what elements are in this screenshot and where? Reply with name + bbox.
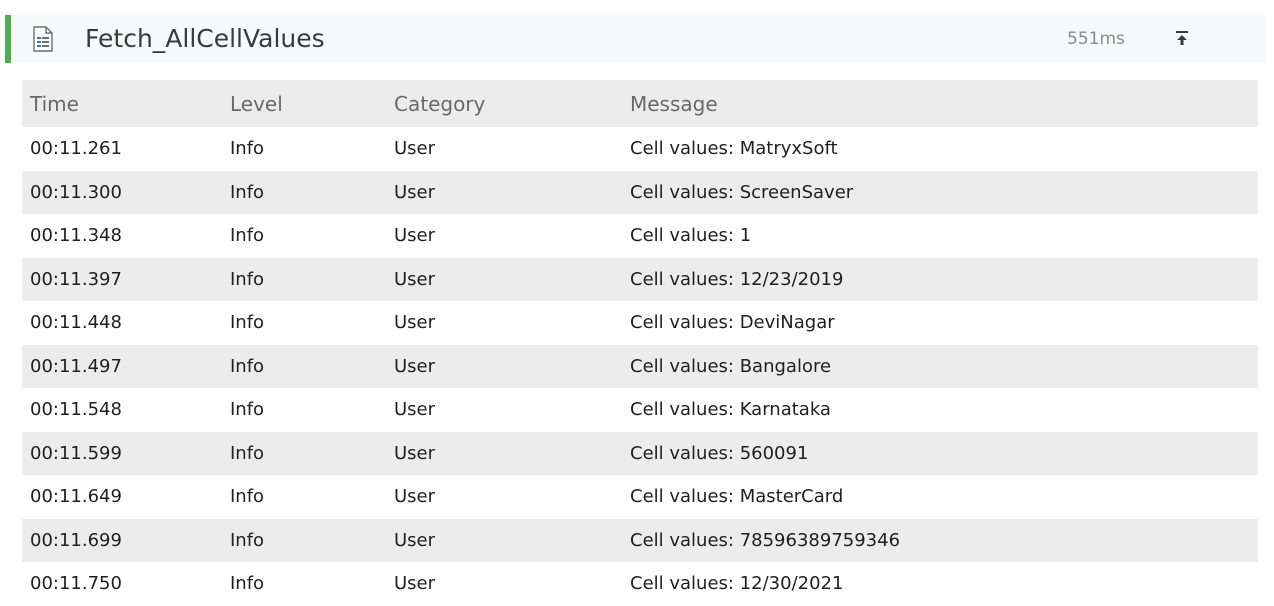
cell-category: User [394, 355, 436, 377]
table-row[interactable]: 00:11.750 Info User Cell values: 12/30/2… [22, 562, 1258, 606]
cell-category: User [394, 486, 436, 508]
cell-level: Info [230, 138, 265, 160]
cell-level: Info [230, 225, 265, 247]
cell-level: Info [230, 529, 265, 551]
cell-message: Cell values: 12/23/2019 [630, 268, 844, 290]
cell-time: 00:11.448 [30, 312, 122, 334]
cell-level: Info [230, 573, 265, 595]
log-table: Time Level Category Message 00:11.261 In… [22, 80, 1258, 606]
cell-time: 00:11.548 [30, 399, 122, 421]
cell-time: 00:11.300 [30, 181, 122, 203]
cell-message: Cell values: 560091 [630, 442, 809, 464]
step-header[interactable]: Fetch_AllCellValues 551ms [5, 15, 1267, 63]
cell-message: Cell values: Karnataka [630, 399, 831, 421]
cell-level: Info [230, 181, 265, 203]
cell-category: User [394, 312, 436, 334]
cell-time: 00:11.397 [30, 268, 122, 290]
cell-time: 00:11.599 [30, 442, 122, 464]
cell-level: Info [230, 442, 265, 464]
cell-time: 00:11.750 [30, 573, 122, 595]
document-icon [33, 26, 53, 52]
cell-message: Cell values: 78596389759346 [630, 529, 901, 551]
column-header-category[interactable]: Category [386, 80, 622, 127]
cell-time: 00:11.699 [30, 529, 122, 551]
step-duration: 551ms [1067, 29, 1125, 49]
column-header-time[interactable]: Time [22, 80, 222, 127]
collapse-to-top-icon[interactable] [1171, 27, 1193, 49]
table-row[interactable]: 00:11.348 Info User Cell values: 1 [22, 214, 1258, 258]
cell-category: User [394, 138, 436, 160]
cell-level: Info [230, 268, 265, 290]
cell-category: User [394, 529, 436, 551]
step-title: Fetch_AllCellValues [85, 24, 325, 53]
table-row[interactable]: 00:11.548 Info User Cell values: Karnata… [22, 388, 1258, 432]
cell-message: Cell values: MatryxSoft [630, 138, 838, 160]
table-row[interactable]: 00:11.397 Info User Cell values: 12/23/2… [22, 257, 1258, 301]
cell-message: Cell values: ScreenSaver [630, 181, 854, 203]
table-row[interactable]: 00:11.699 Info User Cell values: 7859638… [22, 518, 1258, 562]
cell-category: User [394, 573, 436, 595]
table-row[interactable]: 00:11.300 Info User Cell values: ScreenS… [22, 170, 1258, 214]
table-header-row: Time Level Category Message [22, 80, 1258, 127]
cell-category: User [394, 181, 436, 203]
cell-category: User [394, 268, 436, 290]
column-header-message[interactable]: Message [622, 80, 1258, 127]
cell-level: Info [230, 486, 265, 508]
cell-level: Info [230, 399, 265, 421]
cell-time: 00:11.348 [30, 225, 122, 247]
cell-time: 00:11.497 [30, 355, 122, 377]
cell-time: 00:11.649 [30, 486, 122, 508]
table-row[interactable]: 00:11.261 Info User Cell values: MatryxS… [22, 127, 1258, 171]
cell-category: User [394, 399, 436, 421]
cell-level: Info [230, 355, 265, 377]
cell-category: User [394, 225, 436, 247]
column-header-level[interactable]: Level [222, 80, 386, 127]
table-row[interactable]: 00:11.448 Info User Cell values: DeviNag… [22, 301, 1258, 345]
table-row[interactable]: 00:11.649 Info User Cell values: MasterC… [22, 475, 1258, 519]
cell-message: Cell values: 1 [630, 225, 752, 247]
table-row[interactable]: 00:11.497 Info User Cell values: Bangalo… [22, 344, 1258, 388]
cell-level: Info [230, 312, 265, 334]
status-accent-bar [5, 15, 11, 63]
cell-message: Cell values: 12/30/2021 [630, 573, 844, 595]
cell-message: Cell values: DeviNagar [630, 312, 835, 334]
table-row[interactable]: 00:11.599 Info User Cell values: 560091 [22, 431, 1258, 475]
cell-category: User [394, 442, 436, 464]
cell-message: Cell values: MasterCard [630, 486, 844, 508]
cell-message: Cell values: Bangalore [630, 355, 832, 377]
cell-time: 00:11.261 [30, 138, 122, 160]
